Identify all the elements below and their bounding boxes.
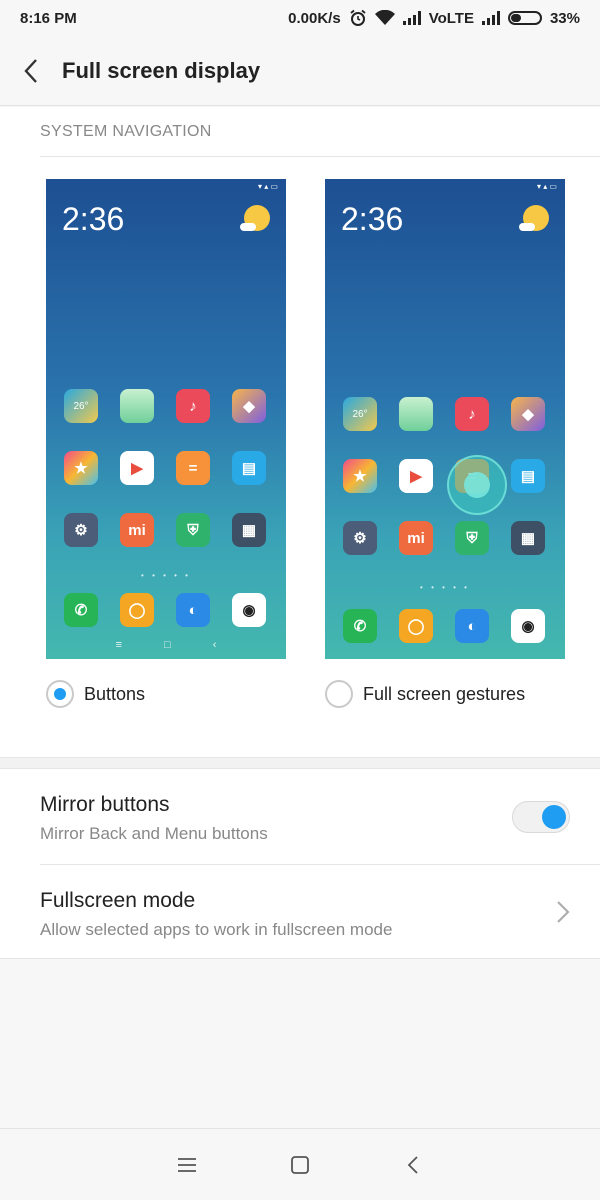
weather-app-icon: 26°	[343, 397, 377, 431]
page-dots: • • • • •	[420, 583, 470, 592]
gestures-preview[interactable]: ▾ ▴ ▭ 2:36 26° ♪ ◆ ★ ▶ = ▤ ⚙ mi ⛨ ▦ • • …	[325, 179, 565, 659]
browser-icon: ◐	[455, 609, 489, 643]
wifi-icon	[374, 10, 395, 26]
back-icon	[408, 1155, 418, 1174]
preview-time: 2:36	[62, 201, 125, 237]
music-icon: ♪	[176, 389, 210, 423]
store-icon: ★	[343, 459, 377, 493]
store-icon: ★	[64, 451, 98, 485]
section-gap	[0, 757, 600, 769]
gallery-icon	[120, 389, 154, 423]
buttons-option[interactable]: Buttons	[46, 680, 145, 708]
gestures-radio[interactable]	[325, 680, 353, 708]
play-icon: ▶	[120, 451, 154, 485]
home-icon: □	[164, 639, 171, 651]
preview-status-icons: ▾ ▴ ▭	[536, 182, 557, 191]
security-icon: ⛨	[176, 513, 210, 547]
camera-icon: ◉	[511, 609, 545, 643]
preview-nav-buttons: ≡ □ ‹	[46, 639, 286, 651]
home-icon	[291, 1155, 309, 1174]
status-bar: 8:16 PM 0.00K/s VoLTE 33%	[0, 0, 600, 36]
chat-icon: ◯	[399, 609, 433, 643]
preview-temp: 26°	[73, 400, 89, 412]
notes-icon: =	[176, 451, 210, 485]
chevron-right-icon	[557, 901, 570, 923]
home-button[interactable]	[280, 1145, 320, 1185]
weather-icon	[519, 205, 549, 231]
buttons-option-label: Buttons	[84, 683, 146, 704]
mirror-buttons-title: Mirror buttons	[40, 793, 170, 816]
back-nav-button[interactable]	[393, 1145, 433, 1185]
weather-icon	[240, 205, 270, 231]
browser-icon: ◐	[176, 593, 210, 627]
chevron-left-icon	[24, 58, 37, 83]
preview-status-icons: ▾ ▴ ▭	[257, 182, 278, 191]
section-divider	[40, 156, 600, 157]
preview-time: 2:36	[341, 201, 404, 237]
security-icon: ⛨	[455, 521, 489, 555]
gestures-option[interactable]: Full screen gestures	[325, 680, 525, 708]
preview-app-grid: 26° ♪ ◆ ★ ▶ = ▤ ⚙ mi ⛨ ▦	[343, 397, 549, 555]
music-icon: ♪	[455, 397, 489, 431]
gesture-touch-indicator	[447, 455, 507, 515]
alarm-icon	[349, 9, 367, 27]
mirror-buttons-toggle[interactable]	[512, 801, 570, 833]
menu-button[interactable]	[167, 1145, 207, 1185]
buttons-radio[interactable]	[46, 680, 74, 708]
page-title: Full screen display	[62, 57, 261, 83]
signal-icon	[402, 11, 421, 25]
tools-folder-icon: ▦	[232, 513, 266, 547]
messages-icon: ▤	[511, 459, 545, 493]
toggle-knob	[542, 805, 566, 829]
section-label: SYSTEM NAVIGATION	[40, 123, 212, 140]
play-icon: ▶	[399, 459, 433, 493]
camera-icon: ◉	[232, 593, 266, 627]
themes-icon: ◆	[511, 397, 545, 431]
mi-store-icon: mi	[120, 513, 154, 547]
battery-icon	[507, 11, 542, 25]
chat-icon: ◯	[120, 593, 154, 627]
gallery-icon	[399, 397, 433, 431]
net-speed: 0.00K/s	[288, 9, 341, 27]
battery-percent: 33%	[549, 9, 580, 27]
weather-app-icon: 26°	[64, 389, 98, 423]
mirror-buttons-subtitle: Mirror Back and Menu buttons	[40, 824, 268, 843]
status-time: 8:16 PM	[20, 9, 77, 27]
menu-icon	[177, 1157, 196, 1172]
themes-icon: ◆	[232, 389, 266, 423]
preview-dock: ✆ ◯ ◐ ◉	[64, 593, 270, 627]
system-navigation-card: SYSTEM NAVIGATION ▾ ▴ ▭ 2:36 26° ♪ ◆ ★ ▶…	[0, 107, 600, 757]
preview-temp: 26°	[352, 408, 368, 420]
gestures-option-label: Full screen gestures	[363, 683, 526, 704]
mirror-buttons-row[interactable]: Mirror buttons Mirror Back and Menu butt…	[0, 769, 600, 864]
app-header: Full screen display	[0, 36, 600, 106]
status-right: 0.00K/s VoLTE 33%	[288, 9, 580, 27]
menu-icon: ≡	[115, 639, 123, 651]
network-type: VoLTE	[428, 9, 474, 27]
fullscreen-mode-title: Fullscreen mode	[40, 889, 196, 912]
system-nav-bar	[0, 1128, 600, 1200]
messages-icon: ▤	[232, 451, 266, 485]
back-button[interactable]	[0, 36, 62, 106]
phone-icon: ✆	[64, 593, 98, 627]
fullscreen-mode-row[interactable]: Fullscreen mode Allow selected apps to w…	[0, 865, 600, 960]
page-dots: • • • • •	[141, 571, 191, 580]
tools-folder-icon: ▦	[511, 521, 545, 555]
settings-icon: ⚙	[343, 521, 377, 555]
phone-icon: ✆	[343, 609, 377, 643]
mi-store-icon: mi	[399, 521, 433, 555]
settings-card: Mirror buttons Mirror Back and Menu butt…	[0, 769, 600, 959]
fullscreen-mode-subtitle: Allow selected apps to work in fullscree…	[40, 920, 393, 939]
signal-icon	[481, 11, 500, 25]
preview-app-grid: 26° ♪ ◆ ★ ▶ = ▤ ⚙ mi ⛨ ▦	[64, 389, 270, 547]
preview-dock: ✆ ◯ ◐ ◉	[343, 609, 549, 643]
back-icon: ‹	[212, 639, 217, 651]
buttons-preview[interactable]: ▾ ▴ ▭ 2:36 26° ♪ ◆ ★ ▶ = ▤ ⚙ mi ⛨ ▦ • • …	[46, 179, 286, 659]
settings-icon: ⚙	[64, 513, 98, 547]
